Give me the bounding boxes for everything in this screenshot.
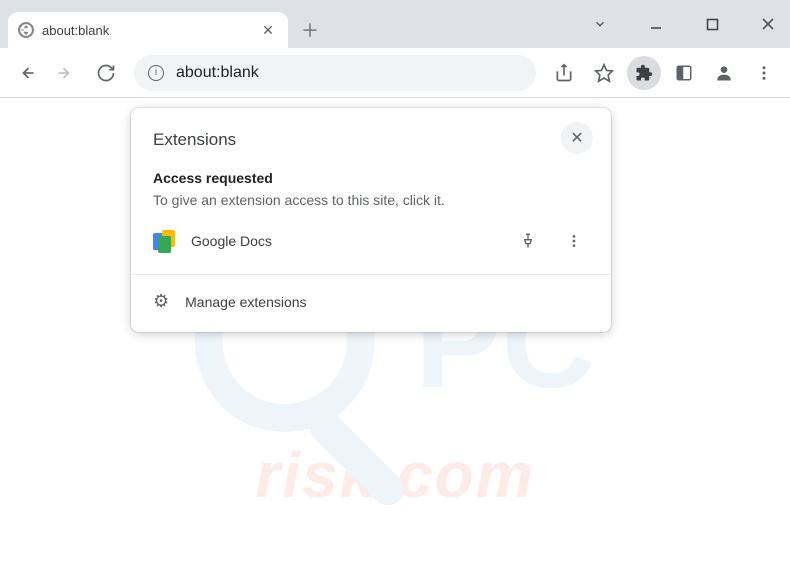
profile-button[interactable] [706, 55, 742, 91]
globe-icon [18, 22, 34, 38]
manage-extensions-label: Manage extensions [185, 294, 306, 310]
minimize-button[interactable] [642, 10, 670, 38]
access-requested-description: To give an extension access to this site… [153, 192, 589, 208]
extensions-popup: Extensions ✕ Access requested To give an… [131, 108, 611, 332]
new-tab-button[interactable]: ＋ [294, 14, 326, 46]
close-popup-button[interactable]: ✕ [561, 122, 593, 154]
close-tab-button[interactable]: ✕ [258, 20, 278, 40]
gear-icon: ⚙ [153, 291, 169, 312]
site-info-icon[interactable]: i [148, 65, 164, 81]
back-button[interactable] [8, 55, 44, 91]
address-bar[interactable]: i about:blank [134, 55, 536, 91]
popup-title: Extensions [153, 130, 236, 150]
window-close-button[interactable] [754, 10, 782, 38]
google-docs-icon [153, 230, 175, 252]
window-controls [586, 0, 790, 48]
menu-button[interactable] [746, 55, 782, 91]
tab-title: about:blank [42, 23, 258, 38]
window-titlebar: about:blank ✕ ＋ [0, 0, 790, 48]
manage-extensions-button[interactable]: ⚙ Manage extensions [131, 275, 611, 332]
forward-button [48, 55, 84, 91]
maximize-button[interactable] [698, 10, 726, 38]
side-panel-button[interactable] [666, 55, 702, 91]
browser-tab[interactable]: about:blank ✕ [8, 12, 288, 48]
access-requested-heading: Access requested [153, 170, 589, 186]
browser-toolbar: i about:blank [0, 48, 790, 98]
caret-down-icon[interactable] [586, 10, 614, 38]
reload-button[interactable] [88, 55, 124, 91]
extension-name: Google Docs [191, 233, 497, 249]
extensions-button[interactable] [626, 55, 662, 91]
bookmark-button[interactable] [586, 55, 622, 91]
extension-item[interactable]: Google Docs [153, 222, 589, 260]
url-text[interactable]: about:blank [176, 64, 522, 82]
pin-extension-button[interactable] [513, 226, 543, 256]
extension-options-button[interactable] [559, 226, 589, 256]
share-button[interactable] [546, 55, 582, 91]
